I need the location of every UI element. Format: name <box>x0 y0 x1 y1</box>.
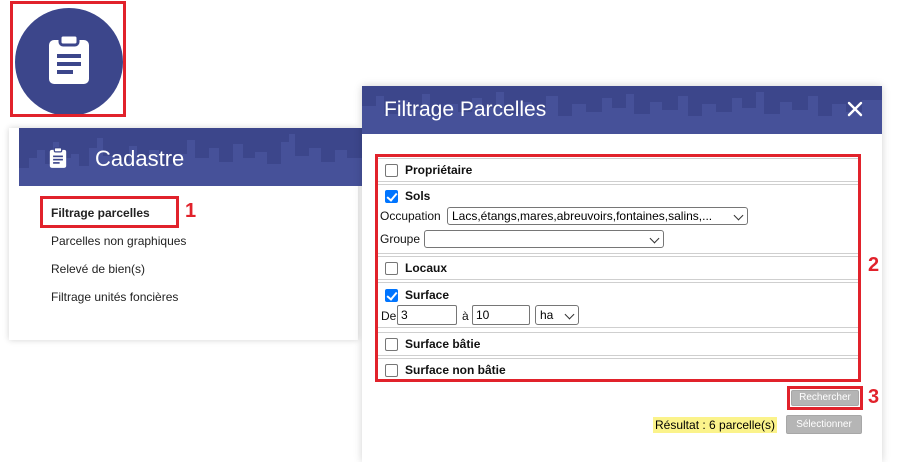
callout-2: 2 <box>868 254 880 276</box>
menu-item-parcelles-non-graphiques[interactable]: Parcelles non graphiques <box>51 234 186 248</box>
callout-1: 1 <box>185 200 197 222</box>
cadastre-header: Cadastre <box>19 128 367 186</box>
highlight-frame-filters <box>375 154 861 382</box>
dialog-title: Filtrage Parcelles <box>384 98 547 121</box>
highlight-frame-search <box>787 386 863 410</box>
close-icon[interactable] <box>844 98 866 120</box>
clipboard-icon <box>49 147 67 168</box>
highlight-frame-icon <box>10 1 126 117</box>
skyline-decoration <box>19 134 367 186</box>
cadastre-panel: Cadastre Filtrage parcelles Parcelles no… <box>9 128 367 340</box>
menu-item-releve-de-biens[interactable]: Relevé de bien(s) <box>51 262 145 276</box>
menu-item-filtrage-unites-foncieres[interactable]: Filtrage unités foncières <box>51 290 178 304</box>
panel-title: Cadastre <box>95 146 185 171</box>
select-button[interactable]: Sélectionner <box>786 415 862 434</box>
result-count: Résultat : 6 parcelle(s) <box>653 417 778 433</box>
highlight-frame-menu <box>40 196 179 228</box>
callout-3: 3 <box>868 386 880 408</box>
dialog-header: Filtrage Parcelles <box>362 86 882 134</box>
